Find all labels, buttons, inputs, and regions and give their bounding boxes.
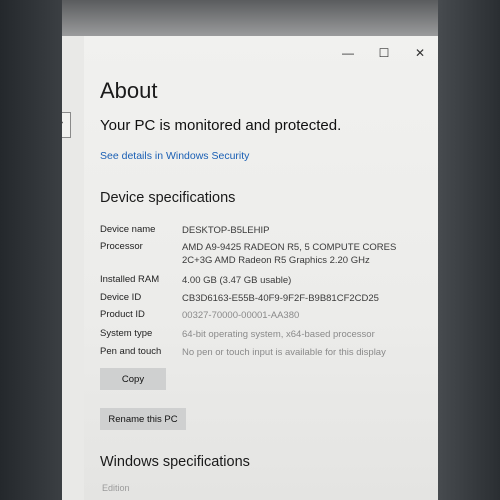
chevron-right-icon: › [60, 117, 64, 128]
monitor-bezel-top [62, 0, 438, 36]
copy-button[interactable]: Copy [100, 368, 166, 390]
background-window-button[interactable]: › [60, 112, 71, 138]
spec-label: Product ID [100, 309, 145, 320]
spec-label: Device name [100, 224, 156, 235]
windows-security-link[interactable]: See details in Windows Security [100, 150, 249, 162]
monitor-bezel-left [0, 0, 62, 500]
edition-label: Edition [102, 483, 130, 493]
spec-label: Installed RAM [100, 274, 160, 285]
maximize-icon[interactable]: ☐ [366, 42, 402, 64]
monitor-bezel-right [438, 0, 500, 500]
spec-value: 00327-70000-00001-AA380 [182, 310, 300, 321]
page-title: About [100, 78, 158, 103]
spec-value: AMD A9-9425 RADEON R5, 5 COMPUTE CORES 2… [182, 242, 397, 266]
spec-value: CB3D6163-E55B-40F9-9F2F-B9B81CF2CD25 [182, 293, 379, 304]
minimize-icon[interactable]: — [330, 42, 366, 64]
protection-status: Your PC is monitored and protected. [100, 117, 342, 134]
settings-window: — ☐ ✕ About Your PC is monitored and pro… [84, 36, 438, 500]
spec-value: No pen or touch input is available for t… [182, 347, 386, 358]
close-icon[interactable]: ✕ [402, 42, 438, 64]
spec-label: Processor [100, 241, 143, 252]
spec-label: System type [100, 328, 153, 339]
spec-value: 4.00 GB (3.47 GB usable) [182, 275, 292, 286]
device-specifications-heading: Device specifications [100, 190, 236, 206]
background-window [62, 36, 84, 500]
window-controls: — ☐ ✕ [330, 42, 438, 64]
spec-label: Device ID [100, 292, 142, 303]
spec-value: 64-bit operating system, x64-based proce… [182, 329, 375, 340]
spec-label: Pen and touch [100, 346, 162, 357]
windows-specifications-heading: Windows specifications [100, 454, 250, 470]
spec-value: DESKTOP-B5LEHIP [182, 225, 270, 236]
rename-pc-button[interactable]: Rename this PC [100, 408, 186, 430]
